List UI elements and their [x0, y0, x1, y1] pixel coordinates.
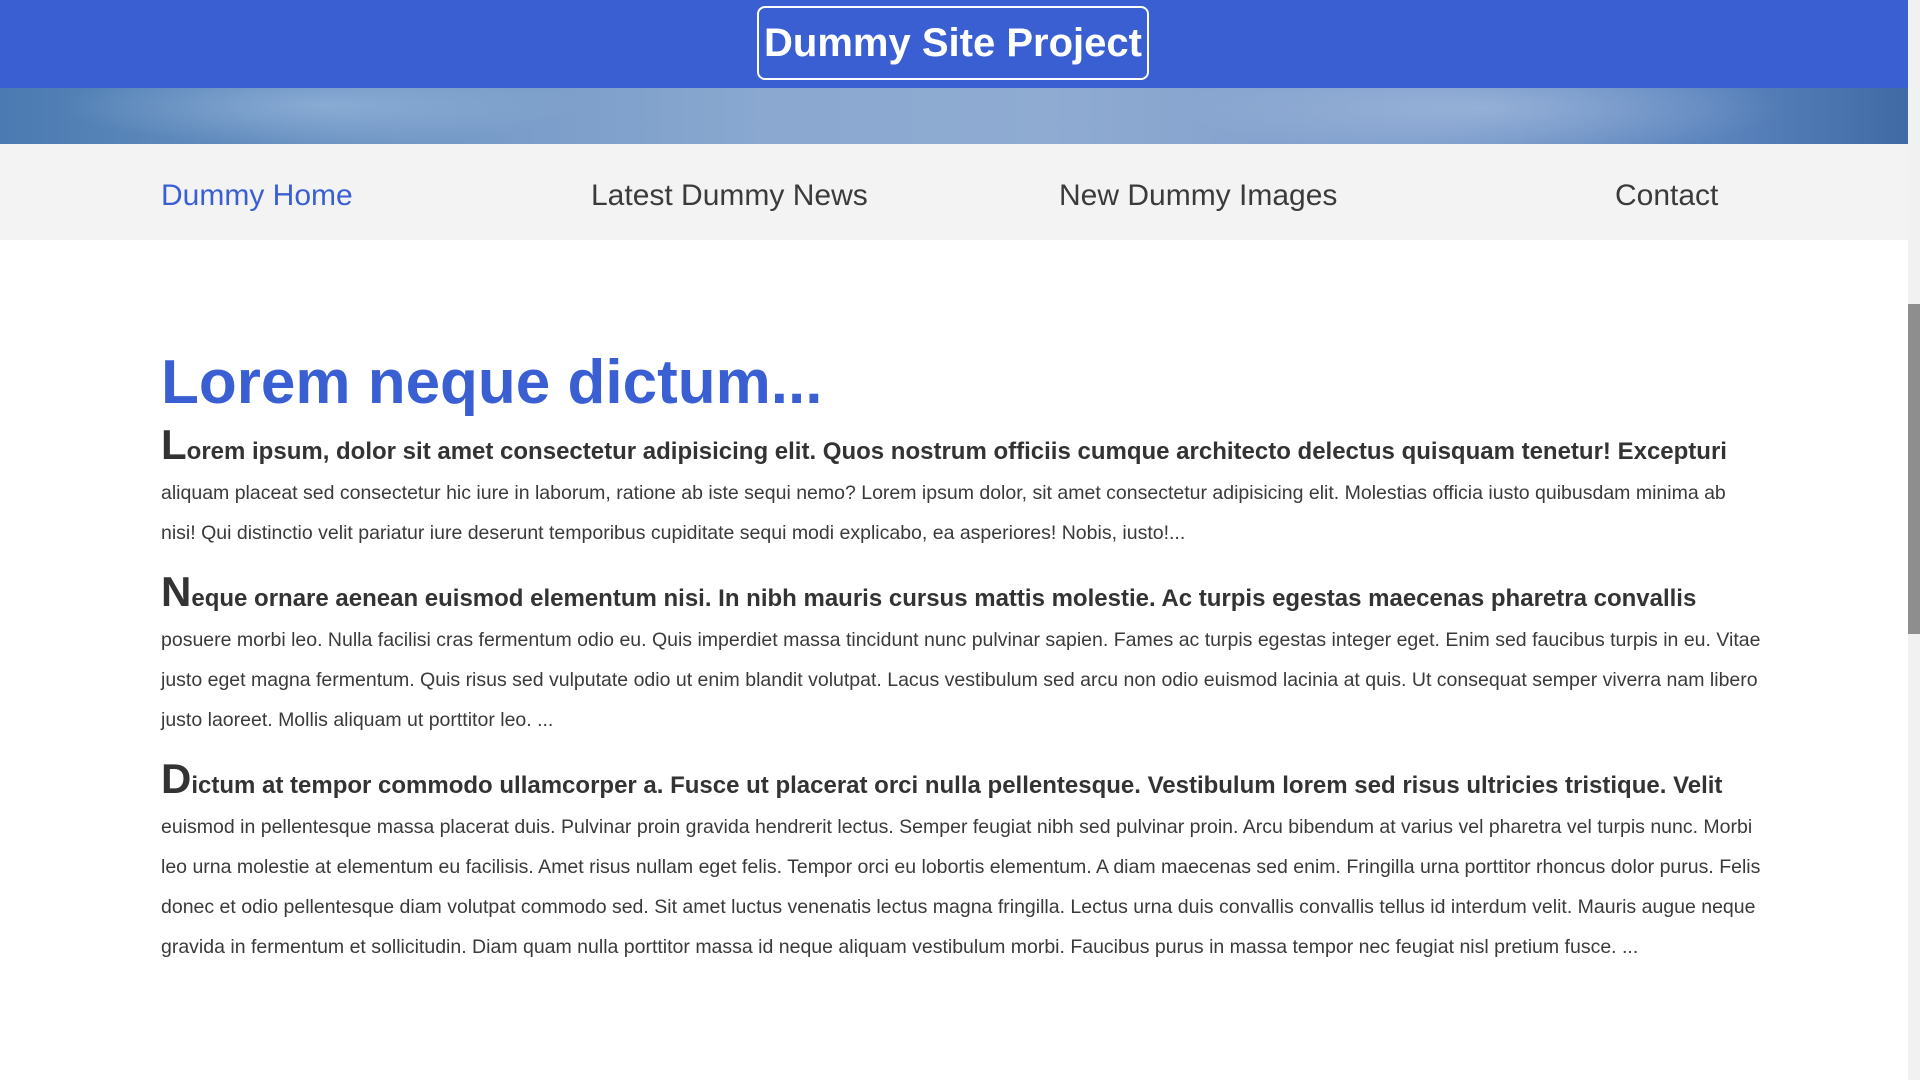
drop-cap: D: [161, 755, 192, 802]
article-paragraph: Dictum at tempor commodo ullamcorper a. …: [161, 758, 1761, 967]
scrollbar-thumb[interactable]: [1908, 304, 1920, 634]
site-title[interactable]: Dummy Site Project: [757, 6, 1149, 80]
page-heading: Lorem neque dictum...: [161, 348, 823, 417]
nav-item-dummy-home[interactable]: Dummy Home: [161, 144, 353, 240]
header-banner-image: [0, 88, 1908, 144]
paragraph-body: euismod in pellentesque massa placerat d…: [161, 816, 1761, 958]
paragraph-lead: ictum at tempor commodo ullamcorper a. F…: [191, 772, 1723, 799]
paragraph-lead: orem ipsum, dolor sit amet consectetur a…: [186, 438, 1727, 465]
drop-cap: L: [161, 421, 187, 468]
main-nav: Dummy Home Latest Dummy News New Dummy I…: [0, 144, 1908, 240]
vertical-scrollbar[interactable]: [1908, 0, 1920, 1080]
paragraph-lead: eque ornare aenean euismod elementum nis…: [191, 585, 1697, 612]
paragraph-body: posuere morbi leo. Nulla facilisi cras f…: [161, 629, 1761, 731]
site-header: Dummy Site Project: [0, 0, 1908, 88]
nav-item-contact[interactable]: Contact: [1615, 144, 1718, 240]
page: Dummy Site Project Dummy Home Latest Dum…: [0, 0, 1920, 1080]
paragraph-body: aliquam placeat sed consectetur hic iure…: [161, 482, 1726, 544]
nav-item-latest-dummy-news[interactable]: Latest Dummy News: [591, 144, 868, 240]
article-paragraph: Lorem ipsum, dolor sit amet consectetur …: [161, 424, 1761, 553]
drop-cap: N: [161, 568, 192, 615]
article-paragraph: Neque ornare aenean euismod elementum ni…: [161, 571, 1761, 740]
main-content: Lorem neque dictum... Lorem ipsum, dolor…: [161, 340, 1761, 991]
nav-item-new-dummy-images[interactable]: New Dummy Images: [1059, 144, 1337, 240]
